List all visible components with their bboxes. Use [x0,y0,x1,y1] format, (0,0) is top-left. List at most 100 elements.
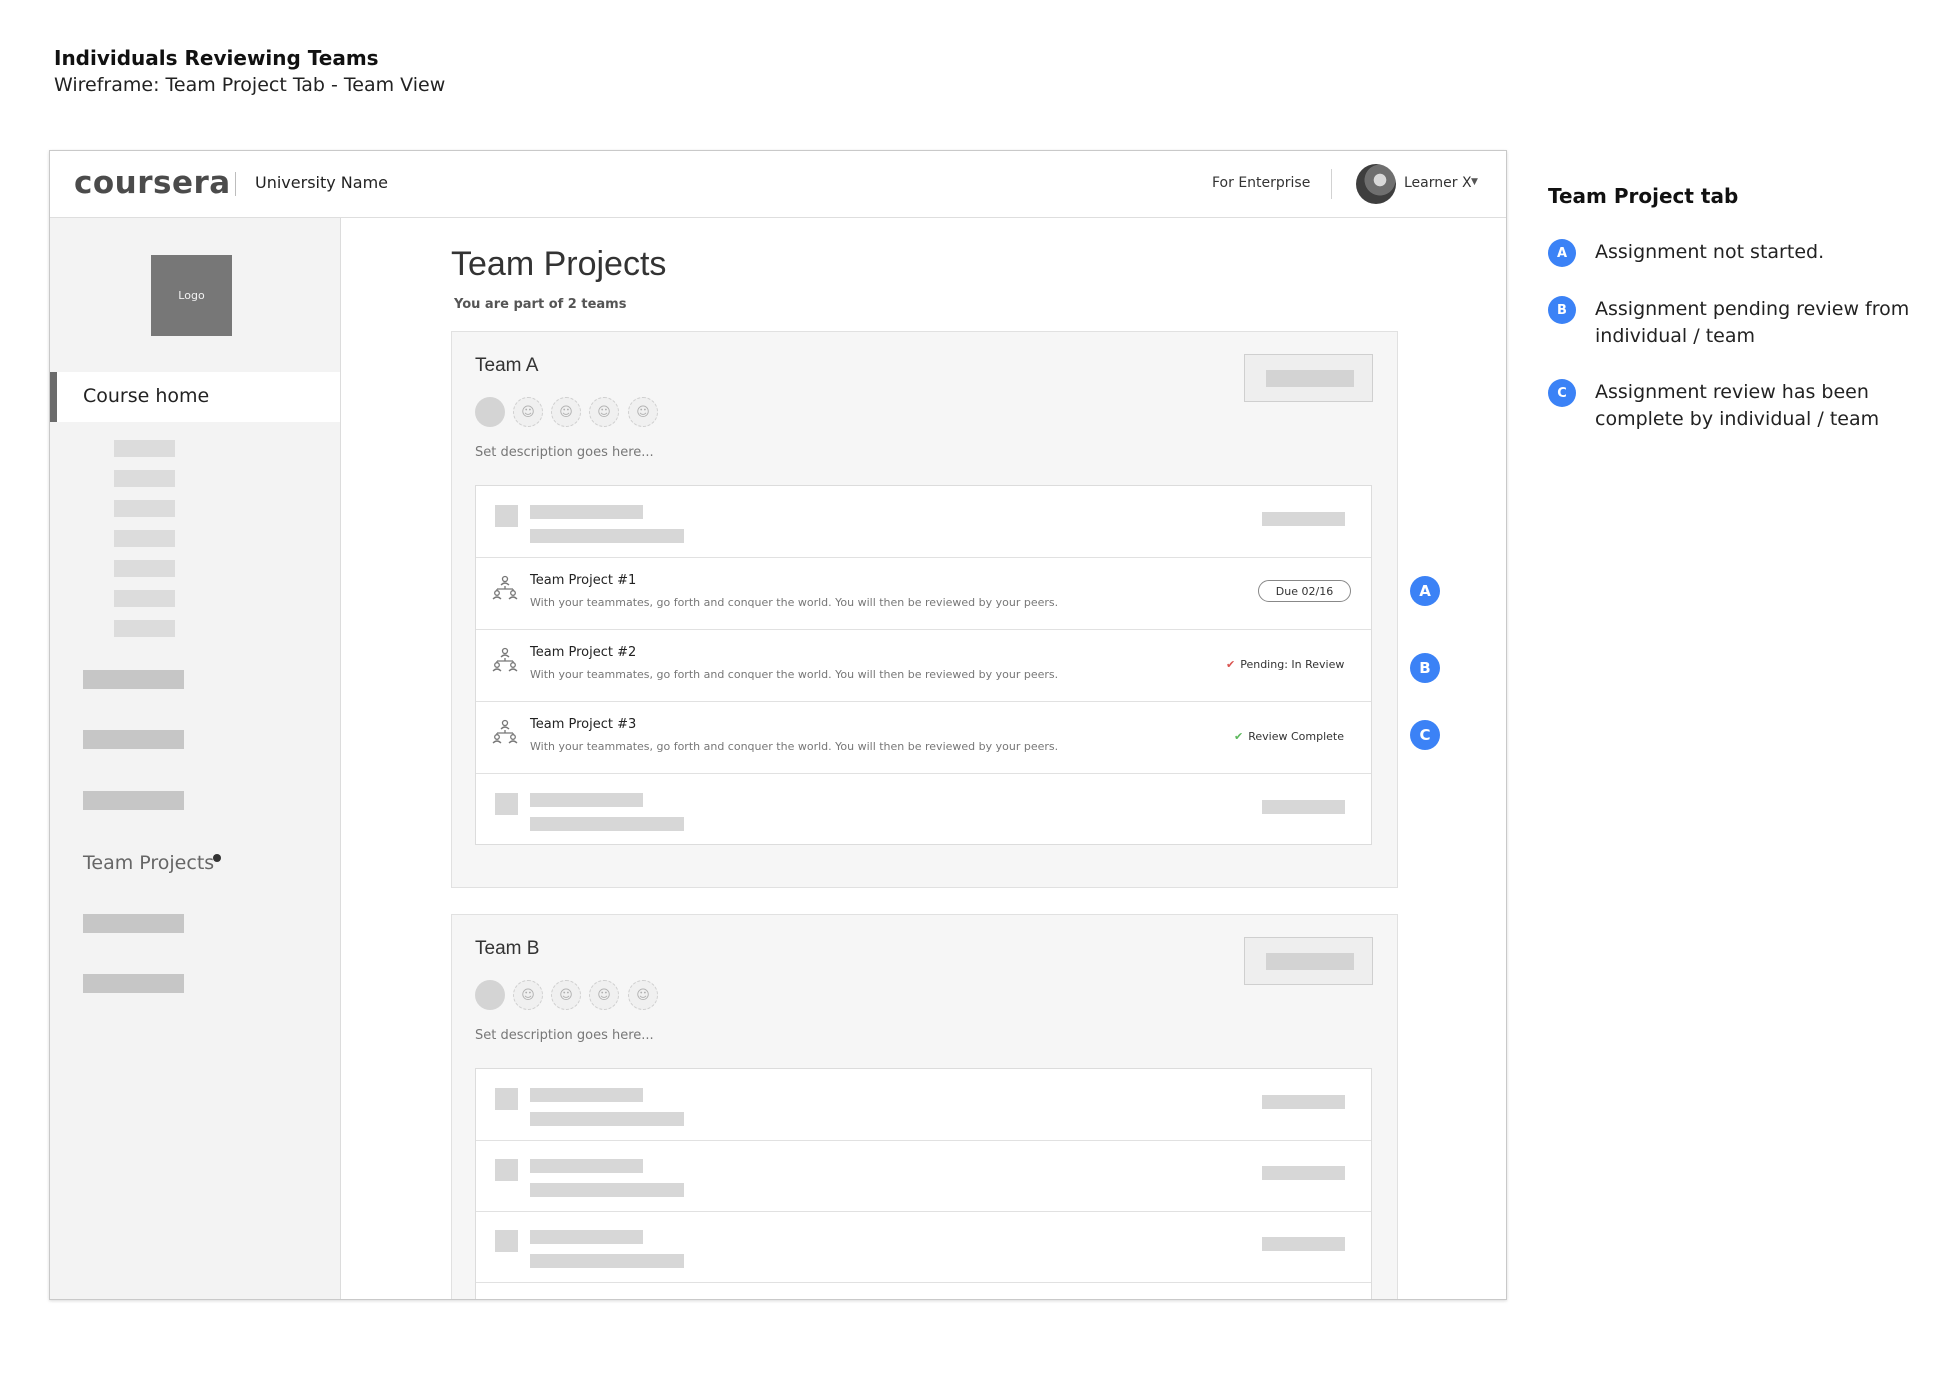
sidebar-item-placeholder[interactable] [83,791,184,810]
for-enterprise-link[interactable]: For Enterprise [1212,175,1310,191]
title-placeholder [530,793,643,807]
sidebar-subitem-placeholder[interactable] [114,530,175,547]
icon-placeholder [495,793,518,815]
project-description: With your teammates, go forth and conque… [530,596,1059,609]
avatar[interactable] [475,980,505,1010]
sidebar-item-label: Course home [83,385,210,407]
user-icon[interactable]: ☺ [513,397,543,427]
document-title: Individuals Reviewing Teams [54,46,379,70]
user-icon[interactable]: ☺ [589,980,619,1010]
university-logo: Logo [151,255,232,336]
status-badge: ✔ Pending: In Review [1226,658,1344,671]
legend-badge-b: B [1548,296,1576,324]
due-date-badge: Due 02/16 [1258,580,1351,602]
team-card-a: Team A ☺ ☺ ☺ ☺ Set description goes here… [451,331,1398,888]
user-icon[interactable]: ☺ [513,980,543,1010]
check-icon: ✔ [1226,658,1236,671]
text-placeholder [530,817,684,831]
status-placeholder [1262,1166,1345,1180]
sidebar-subitem-placeholder[interactable] [114,590,175,607]
team-project-icon [492,647,518,672]
icon-placeholder [495,1230,518,1252]
list-item-team-project-2[interactable]: Team Project #2 With your teammates, go … [476,630,1371,702]
list-item[interactable] [476,1140,1371,1212]
project-title: Team Project #1 [530,573,637,588]
text-placeholder [530,1112,684,1126]
text-placeholder [530,529,684,543]
legend-text-a: Assignment not started. [1595,241,1825,263]
list-item-team-project-3[interactable]: Team Project #3 With your teammates, go … [476,702,1371,774]
list-item[interactable] [476,1211,1371,1283]
callout-marker-c: C [1410,720,1440,750]
sidebar-subitem-placeholder[interactable] [114,560,175,577]
header-divider [235,172,236,196]
status-placeholder [1262,512,1345,526]
sidebar-subitem-placeholder[interactable] [114,470,175,487]
university-name-link[interactable]: University Name [255,173,388,192]
icon-placeholder [495,1088,518,1110]
team-action-button[interactable] [1244,354,1373,402]
status-placeholder [1262,800,1345,814]
avatar[interactable] [475,397,505,427]
legend-badge-c: C [1548,379,1576,407]
sidebar-item-placeholder[interactable] [83,670,184,689]
legend-text-b: Assignment pending review from individua… [1595,298,1910,347]
user-icon[interactable]: ☺ [551,397,581,427]
status-badge: ✔ Review Complete [1234,730,1344,743]
list-item[interactable] [476,774,1371,845]
document-subtitle: Wireframe: Team Project Tab - Team View [54,74,446,96]
callout-marker-b: B [1410,653,1440,683]
team-name: Team B [475,938,540,959]
user-icon[interactable]: ☺ [628,980,658,1010]
legend-text-c: Assignment review has been complete by i… [1595,381,1880,430]
sidebar-subitem-placeholder[interactable] [114,440,175,457]
user-icon[interactable]: ☺ [589,397,619,427]
user-menu-name[interactable]: Learner X [1404,175,1472,191]
assignment-list: Team Project #1 With your teammates, go … [475,485,1372,845]
sidebar: Logo Course home Team Projects [50,218,341,1299]
page-title: Team Projects [451,245,667,283]
icon-placeholder [495,1159,518,1181]
list-item[interactable] [476,1069,1371,1141]
user-icon[interactable]: ☺ [551,980,581,1010]
sidebar-item-placeholder[interactable] [83,730,184,749]
project-title: Team Project #3 [530,717,637,732]
title-placeholder [530,505,643,519]
list-item[interactable] [476,486,1371,558]
status-placeholder [1262,1237,1345,1251]
legend-title: Team Project tab [1548,184,1739,208]
status-placeholder [1262,1095,1345,1109]
wireframe-window: coursera University Name For Enterprise … [49,150,1507,1300]
team-description: Set description goes here... [475,445,654,460]
user-icon[interactable]: ☺ [628,397,658,427]
sidebar-item-team-projects[interactable]: Team Projects [83,852,214,874]
button-label-placeholder [1266,953,1354,970]
status-text: Pending: In Review [1240,658,1345,671]
sidebar-item-placeholder[interactable] [83,974,184,993]
sidebar-item-course-home[interactable]: Course home [50,372,340,422]
top-navigation-bar: coursera University Name For Enterprise … [50,151,1506,218]
avatar[interactable] [1356,164,1396,204]
team-action-button[interactable] [1244,937,1373,985]
project-description: With your teammates, go forth and conque… [530,740,1059,753]
active-indicator [50,372,57,422]
legend-badge-a: A [1548,239,1576,267]
sidebar-item-placeholder[interactable] [83,914,184,933]
sidebar-subitem-placeholder[interactable] [114,620,175,637]
check-icon: ✔ [1234,730,1244,743]
caret-down-icon[interactable]: ▼ [1471,177,1478,187]
team-card-b: Team B ☺ ☺ ☺ ☺ Set description goes here… [451,914,1398,1299]
teams-count: You are part of 2 teams [454,297,627,312]
project-title: Team Project #2 [530,645,637,660]
title-placeholder [530,1230,643,1244]
coursera-logo[interactable]: coursera [74,165,231,201]
title-placeholder [530,1088,643,1102]
nav-divider [1331,169,1332,199]
notification-dot [213,854,221,862]
text-placeholder [530,1183,684,1197]
list-item-team-project-1[interactable]: Team Project #1 With your teammates, go … [476,558,1371,630]
callout-marker-a: A [1410,576,1440,606]
sidebar-subitem-placeholder[interactable] [114,500,175,517]
project-description: With your teammates, go forth and conque… [530,668,1059,681]
team-project-icon [492,575,518,600]
